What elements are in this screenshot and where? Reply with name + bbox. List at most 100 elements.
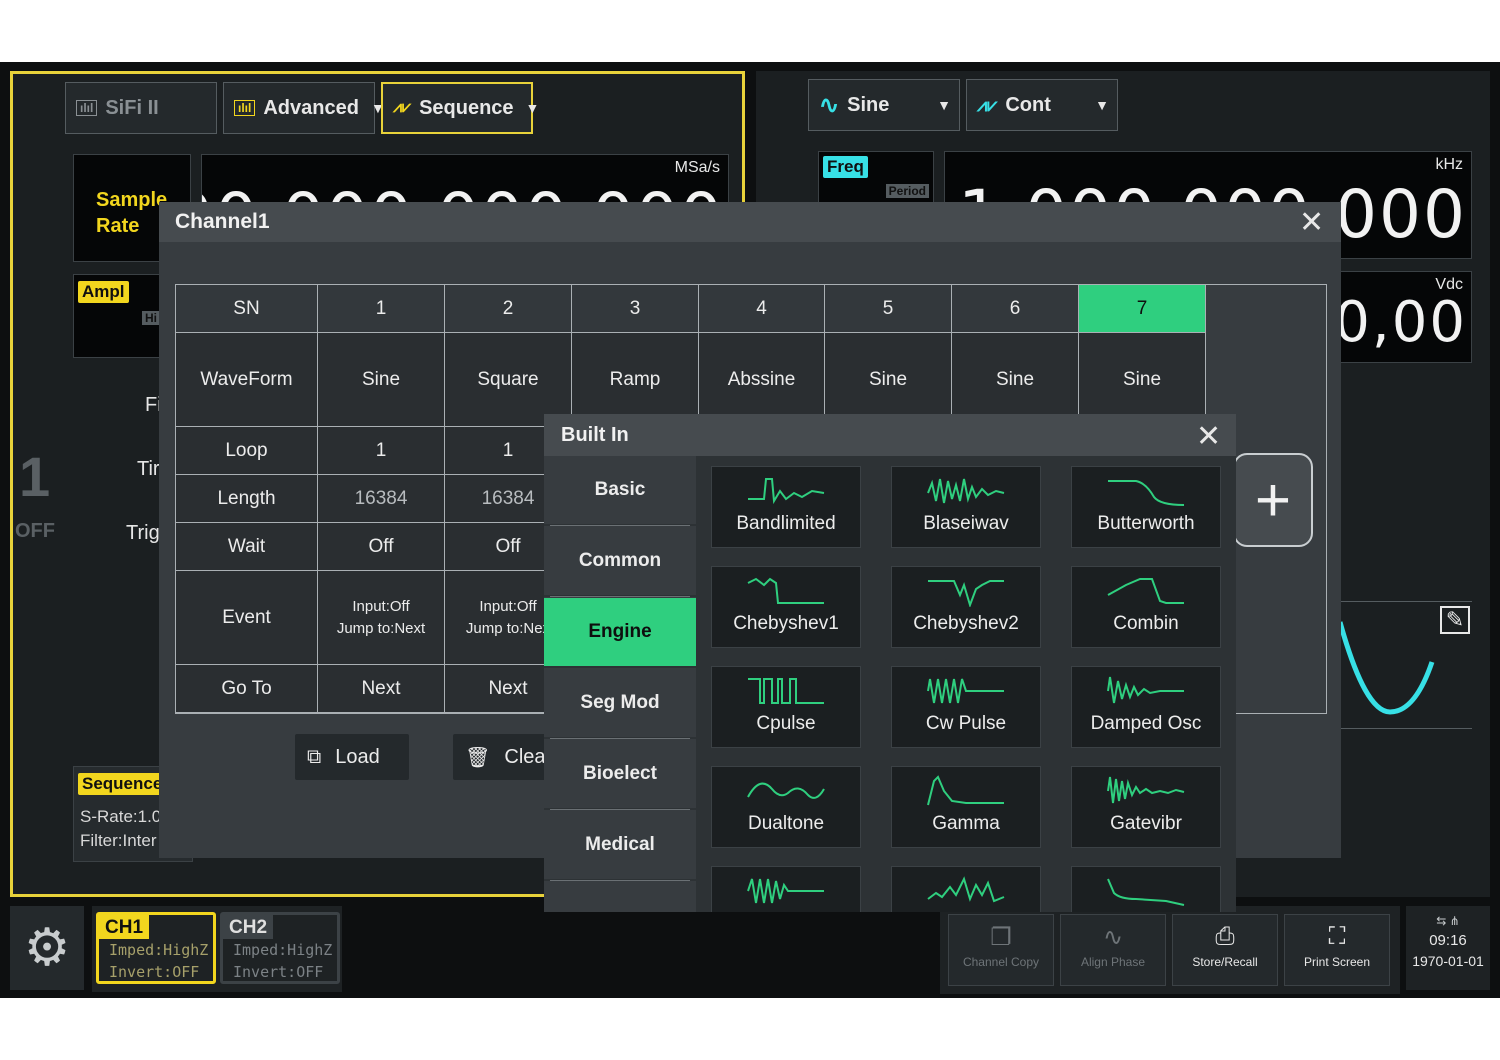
ch1-status-badge[interactable]: CH1 Imped:HighZ Invert:OFF <box>96 912 216 984</box>
advanced-label: Advanced <box>263 96 359 119</box>
chevron-down-icon: ▼ <box>525 100 540 116</box>
row-label-event: Event <box>176 571 318 665</box>
builtin-title: Built In <box>561 424 629 446</box>
ch2-mode-label: Cont <box>1005 93 1051 116</box>
category-seg-mod[interactable]: Seg Mod <box>544 669 696 739</box>
wave-tile-blaseiwav[interactable]: Blaseiwav <box>891 466 1041 548</box>
hi-tag: Hi <box>142 311 160 325</box>
category-basic[interactable]: Basic <box>544 456 696 526</box>
ampl-field[interactable]: Ampl Hi <box>73 274 173 358</box>
sn-cell[interactable]: 3 <box>572 285 699 333</box>
settings-gear-icon[interactable]: ⚙ <box>10 906 84 990</box>
wave-tile-chebyshev2[interactable]: Chebyshev2 <box>891 566 1041 648</box>
freq-period-toggle[interactable]: Freq Period <box>818 151 934 203</box>
wave-tile[interactable] <box>891 866 1041 912</box>
ch2-waveform-preview: ✎ <box>1337 601 1472 729</box>
length-cell[interactable]: 16384 <box>318 475 445 523</box>
wave-tile-cpulse[interactable]: Cpulse <box>711 666 861 748</box>
wave-label: Cpulse <box>756 713 816 734</box>
waveform-cell[interactable]: Sine <box>1079 333 1206 427</box>
builtin-close-icon[interactable]: ✕ <box>1196 422 1221 452</box>
mode-sifi-label: SiFi II <box>105 96 159 119</box>
screen: ılıl SiFi II ılıl Advanced ▼ ⩘⩗ Sequence… <box>0 62 1500 998</box>
load-button[interactable]: ⧉ Load <box>295 734 409 780</box>
waveform-cell[interactable]: Sine <box>318 333 445 427</box>
wave-label: Blaseiwav <box>923 513 1009 534</box>
sn-cell[interactable]: 1 <box>318 285 445 333</box>
cpulse-wave-icon <box>748 678 824 704</box>
category-bioelect[interactable]: Bioelect <box>544 740 696 810</box>
dialog-title: Channel1 <box>175 210 270 233</box>
cw-pulse-wave-icon <box>927 678 1004 704</box>
row-label-length: Length <box>176 475 318 523</box>
align-phase-button[interactable]: ∿ Align Phase <box>1060 914 1166 986</box>
advanced-button[interactable]: ılıl Advanced ▼ <box>223 82 385 134</box>
waveform-cell[interactable]: Sine <box>825 333 952 427</box>
event-jump-text: Jump to:Nex <box>465 619 551 637</box>
ch2-wave-label: Sine <box>847 93 890 116</box>
goto-cell[interactable]: Next <box>318 665 445 713</box>
sn-cell-selected[interactable]: 7 <box>1079 285 1206 333</box>
channel-number: 1 <box>19 445 51 508</box>
wave-tile[interactable] <box>711 866 861 912</box>
waveform-cell[interactable]: Square <box>445 333 572 427</box>
freq-tag: Freq <box>823 156 868 178</box>
network-usb-icon: ⇆ ⋔ <box>1436 914 1460 928</box>
wave-tile[interactable] <box>1071 866 1221 912</box>
row-label-loop: Loop <box>176 427 318 475</box>
edit-icon[interactable]: ✎ <box>1440 606 1470 634</box>
wave-tile-cw-pulse[interactable]: Cw Pulse <box>891 666 1041 748</box>
s-rate-text: S-Rate:1.0 <box>80 807 162 826</box>
wave-tile-gamma[interactable]: Gamma <box>891 766 1041 848</box>
combin-wave-icon <box>1107 578 1184 604</box>
ch2-status-badge[interactable]: CH2 Imped:HighZ Invert:OFF <box>220 912 340 984</box>
sn-cell[interactable]: 5 <box>825 285 952 333</box>
wave-tile-bandlimited[interactable]: Bandlimited <box>711 466 861 548</box>
wave-label: Bandlimited <box>736 513 836 534</box>
dualtone-wave-icon <box>747 782 825 799</box>
ch2-mode-select[interactable]: ⩘⩗ Cont ▼ <box>966 79 1118 131</box>
wave-label: Combin <box>1113 613 1179 634</box>
loop-cell[interactable]: 1 <box>318 427 445 475</box>
wave-tile-chebyshev1[interactable]: Chebyshev1 <box>711 566 861 648</box>
ampl-tag: Ampl <box>78 281 129 303</box>
dialog-close-icon[interactable]: ✕ <box>1299 208 1324 238</box>
screenshot-icon: ⛶ <box>1328 923 1346 950</box>
sample-rate-unit: MSa/s <box>674 159 720 176</box>
waveform-cell[interactable]: Abssine <box>699 333 825 427</box>
event-cell[interactable]: Input:Off Jump to:Next <box>318 571 445 665</box>
wait-cell[interactable]: Off <box>318 523 445 571</box>
channel-copy-button[interactable]: ❐ Channel Copy <box>948 914 1054 986</box>
wave-tile-butterworth[interactable]: Butterworth <box>1071 466 1221 548</box>
category-common[interactable]: Common <box>544 527 696 597</box>
add-step-button[interactable]: + <box>1233 453 1313 547</box>
wave-tile-damped-osc[interactable]: Damped Osc <box>1071 666 1221 748</box>
sn-cell[interactable]: 2 <box>445 285 572 333</box>
butterworth-wave-icon <box>1108 480 1185 506</box>
filter-text: Filter:Inter <box>80 831 157 850</box>
bandlimited-wave-icon <box>748 478 825 505</box>
clock-time: 09:16 <box>1429 932 1467 949</box>
waveform-cell[interactable]: Sine <box>952 333 1079 427</box>
ch2-imped: Imped:HighZ <box>233 941 333 959</box>
bars-icon: ılıl <box>76 100 98 116</box>
print-screen-button[interactable]: ⛶ Print Screen <box>1284 914 1390 986</box>
bottom-bar: ⚙ CH1 Imped:HighZ Invert:OFF CH2 Imped:H… <box>0 900 1500 998</box>
freq-unit: kHz <box>1435 156 1463 173</box>
category-medical[interactable]: Medical <box>544 811 696 881</box>
phase-icon: ∿ <box>1102 924 1124 951</box>
category-engine[interactable]: Engine <box>544 598 696 668</box>
blaseiwav-wave-icon <box>927 478 1005 504</box>
wave-tile-gatevibr[interactable]: Gatevibr <box>1071 766 1221 848</box>
store-recall-button[interactable]: ⎙ Store/Recall <box>1172 914 1278 986</box>
clear-button[interactable]: 🗑 Clear <box>453 734 553 780</box>
wave-tile-combin[interactable]: Combin <box>1071 566 1221 648</box>
mode-sifi-button[interactable]: ılıl SiFi II <box>65 82 217 134</box>
ch2-wave-select[interactable]: ∿ Sine ▼ <box>808 79 960 131</box>
waveform-cell[interactable]: Ramp <box>572 333 699 427</box>
sn-cell[interactable]: 6 <box>952 285 1079 333</box>
ch2-invert: Invert:OFF <box>233 963 324 981</box>
wave-tile-dualtone[interactable]: Dualtone <box>711 766 861 848</box>
sn-cell[interactable]: 4 <box>699 285 825 333</box>
sequence-button[interactable]: ⩘⩗ Sequence ▼ <box>381 82 539 134</box>
